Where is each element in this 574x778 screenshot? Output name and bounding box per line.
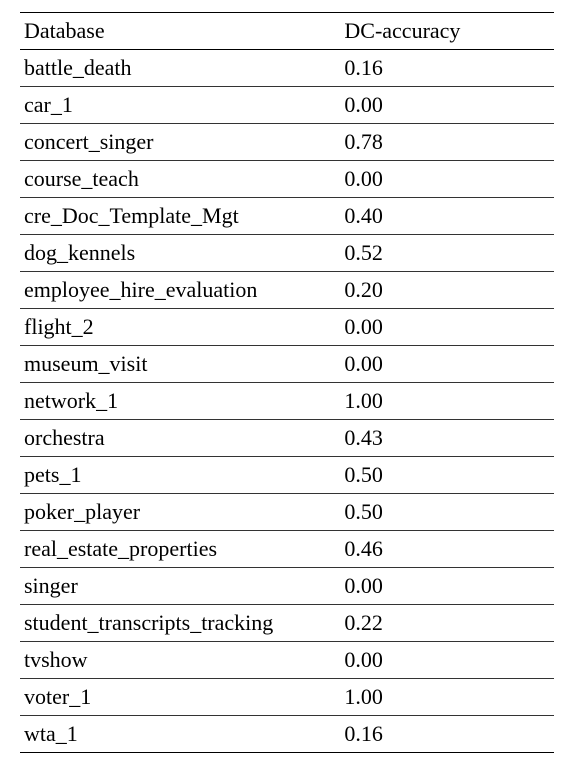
cell-database: battle_death <box>20 50 340 87</box>
cell-accuracy: 0.46 <box>340 531 554 568</box>
table-row: car_1 0.00 <box>20 87 554 124</box>
cell-accuracy: 0.52 <box>340 235 554 272</box>
cell-accuracy: 0.00 <box>340 87 554 124</box>
table-row: employee_hire_evaluation 0.20 <box>20 272 554 309</box>
table-row: concert_singer 0.78 <box>20 124 554 161</box>
cell-accuracy: 0.43 <box>340 420 554 457</box>
table-row: pets_1 0.50 <box>20 457 554 494</box>
cell-database: concert_singer <box>20 124 340 161</box>
cell-accuracy: 0.00 <box>340 309 554 346</box>
cell-database: wta_1 <box>20 716 340 753</box>
cell-database: real_estate_properties <box>20 531 340 568</box>
table-row: poker_player 0.50 <box>20 494 554 531</box>
table-row: real_estate_properties 0.46 <box>20 531 554 568</box>
cell-database: employee_hire_evaluation <box>20 272 340 309</box>
accuracy-table: Database DC-accuracy battle_death 0.16 c… <box>20 12 554 753</box>
cell-database: student_transcripts_tracking <box>20 605 340 642</box>
header-database: Database <box>20 13 340 50</box>
cell-database: tvshow <box>20 642 340 679</box>
table-row: tvshow 0.00 <box>20 642 554 679</box>
cell-accuracy: 0.22 <box>340 605 554 642</box>
cell-database: dog_kennels <box>20 235 340 272</box>
cell-database: museum_visit <box>20 346 340 383</box>
cell-accuracy: 0.00 <box>340 161 554 198</box>
cell-database: car_1 <box>20 87 340 124</box>
table-row: wta_1 0.16 <box>20 716 554 753</box>
table-row: dog_kennels 0.52 <box>20 235 554 272</box>
table-row: voter_1 1.00 <box>20 679 554 716</box>
table-row: student_transcripts_tracking 0.22 <box>20 605 554 642</box>
table-row: course_teach 0.00 <box>20 161 554 198</box>
cell-database: network_1 <box>20 383 340 420</box>
table-row: network_1 1.00 <box>20 383 554 420</box>
table-row: battle_death 0.16 <box>20 50 554 87</box>
cell-accuracy: 0.50 <box>340 494 554 531</box>
cell-database: course_teach <box>20 161 340 198</box>
cell-database: flight_2 <box>20 309 340 346</box>
cell-accuracy: 0.00 <box>340 346 554 383</box>
cell-accuracy: 0.00 <box>340 642 554 679</box>
cell-accuracy: 0.40 <box>340 198 554 235</box>
table-row: museum_visit 0.00 <box>20 346 554 383</box>
table-row: orchestra 0.43 <box>20 420 554 457</box>
cell-database: singer <box>20 568 340 605</box>
cell-database: cre_Doc_Template_Mgt <box>20 198 340 235</box>
cell-database: orchestra <box>20 420 340 457</box>
cell-accuracy: 1.00 <box>340 383 554 420</box>
table-row: cre_Doc_Template_Mgt 0.40 <box>20 198 554 235</box>
table-row: singer 0.00 <box>20 568 554 605</box>
cell-accuracy: 0.78 <box>340 124 554 161</box>
cell-accuracy: 1.00 <box>340 679 554 716</box>
cell-database: pets_1 <box>20 457 340 494</box>
cell-accuracy: 0.00 <box>340 568 554 605</box>
cell-accuracy: 0.16 <box>340 50 554 87</box>
header-dc-accuracy: DC-accuracy <box>340 13 554 50</box>
table-row: flight_2 0.00 <box>20 309 554 346</box>
cell-database: poker_player <box>20 494 340 531</box>
table-body: battle_death 0.16 car_1 0.00 concert_sin… <box>20 50 554 753</box>
cell-accuracy: 0.20 <box>340 272 554 309</box>
cell-accuracy: 0.16 <box>340 716 554 753</box>
header-row: Database DC-accuracy <box>20 13 554 50</box>
cell-database: voter_1 <box>20 679 340 716</box>
cell-accuracy: 0.50 <box>340 457 554 494</box>
